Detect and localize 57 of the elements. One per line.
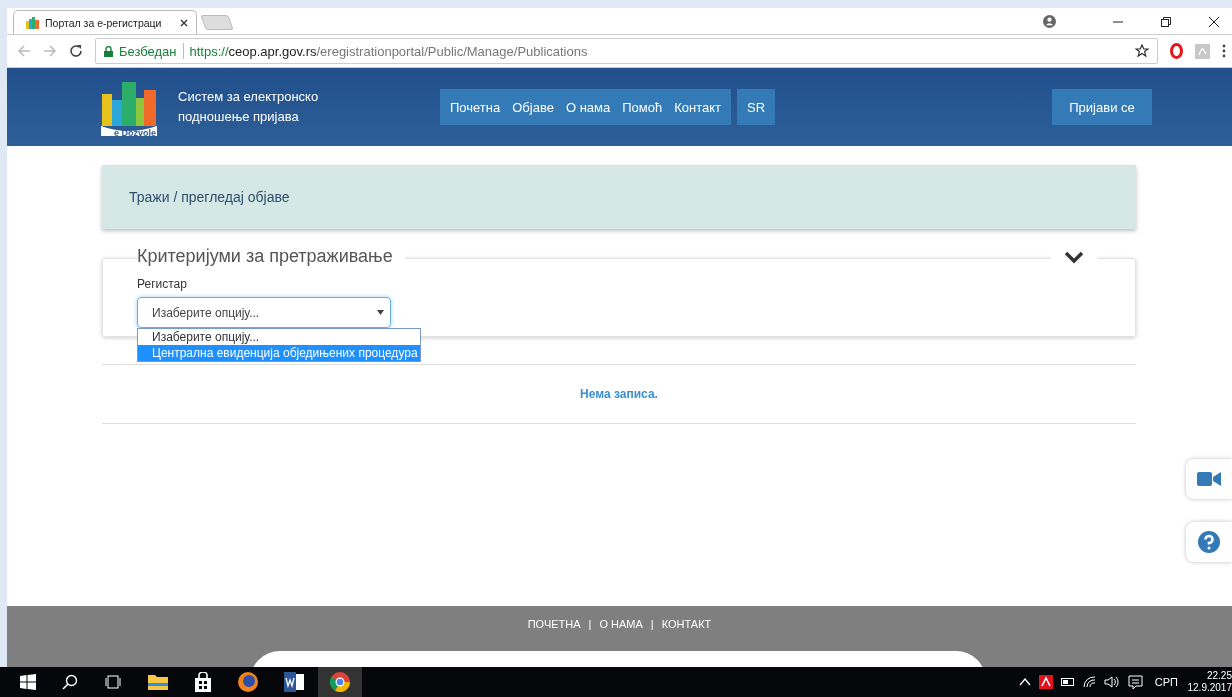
video-camera-icon [1197,471,1221,487]
caret-icon [377,310,384,315]
wifi-icon[interactable] [1082,676,1096,688]
site-title: Систем за електронско подношење пријава [178,88,320,126]
footer-link[interactable]: О НАМА [599,618,643,630]
lock-icon [104,45,113,57]
nav-link[interactable]: Помоћ [616,99,669,115]
language-button[interactable]: SR [737,89,775,125]
letter-o-logo-icon[interactable] [1170,43,1183,59]
star-icon[interactable] [1135,44,1149,58]
folder-icon[interactable] [148,674,168,690]
help-button[interactable] [1186,522,1232,562]
notifications-icon[interactable] [1127,674,1143,690]
field-label: Регистар [137,277,188,291]
word-doc-icon[interactable] [284,672,304,692]
nav-link[interactable]: Објаве [506,99,560,115]
windows-icon[interactable] [20,674,36,690]
search-icon[interactable] [62,674,78,690]
chevron-up-icon[interactable] [1018,678,1031,686]
login-button[interactable]: Пријави се [1052,89,1152,125]
task-view-icon[interactable] [104,675,122,689]
footer-link[interactable]: КОНТАКТ [661,618,712,630]
profile-icon[interactable] [1043,15,1056,28]
video-button[interactable] [1186,459,1232,499]
round-browser-icon [330,672,350,692]
browser-tab[interactable]: Портал за е-регистраци [13,10,197,34]
menu-icon[interactable] [1222,44,1226,58]
register-select[interactable]: Изаберите опцију... [137,297,391,328]
empty-message: Нема записа. [580,387,658,401]
battery-icon[interactable] [1060,678,1075,686]
close-icon[interactable] [1208,16,1220,28]
reload-icon[interactable] [69,44,83,58]
breadcrumb-text: Тражи / прегледај објаве [129,189,290,205]
clock[interactable]: 22.25 12.9.2017 [1188,670,1232,694]
separator-text: | [588,618,592,630]
nav-link[interactable]: Контакт [668,99,727,115]
restore-icon[interactable] [1160,16,1172,28]
close-tab-icon[interactable] [180,18,188,27]
keyboard-language[interactable]: СРП [1154,676,1178,688]
separator-text: | [650,618,654,630]
nav-link[interactable]: Почетна [444,99,507,115]
criteria-legend: Критеријуми за претраживање [137,246,405,267]
nav-link[interactable]: О нама [559,99,617,115]
browser-taskbar-button[interactable] [318,667,362,697]
antivirus-icon[interactable] [1038,675,1053,689]
footer-link[interactable]: ПОЧЕТНА [527,618,581,630]
address-field[interactable]: Безбедан https://ceop.apr.gov.rs/eregistrationportal/Public/Manage/Publications [95,38,1158,64]
help-icon [1198,531,1220,553]
speaker-icon[interactable] [1103,676,1120,688]
store-bag-icon[interactable] [194,672,212,692]
secure-label: Безбедан [119,43,177,59]
dropdown-option[interactable]: Изаберите опцију... [138,329,420,345]
buildings-icon [26,16,40,29]
url-text: https://ceop.apr.gov.rs/eregistrationportal/Public/Manage/Publications [189,43,588,59]
fox-globe-icon[interactable] [238,672,258,692]
dropdown-option[interactable]: Централна евиденција обједињених процедура [138,345,420,361]
logo-text: e Dozvole [114,128,156,138]
